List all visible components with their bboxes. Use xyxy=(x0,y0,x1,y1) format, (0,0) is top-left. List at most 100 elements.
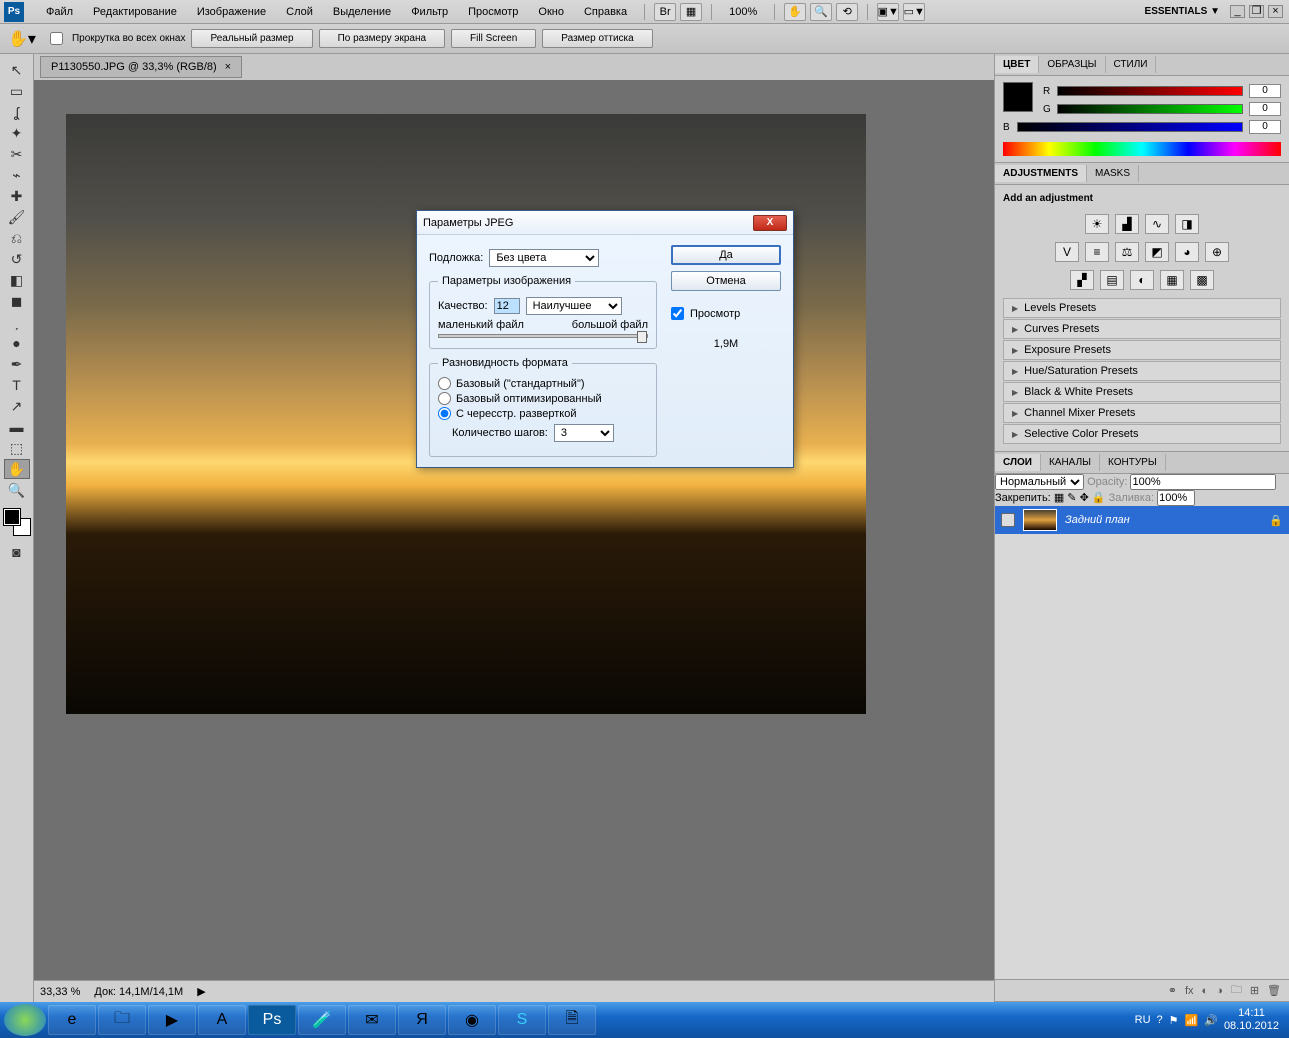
ps-logo[interactable]: Ps xyxy=(4,2,24,22)
pen-tool[interactable]: ✒ xyxy=(4,354,30,374)
hand-tool[interactable]: ✋ xyxy=(4,459,30,479)
tray-vol-icon[interactable]: 🔊 xyxy=(1204,1014,1218,1027)
adj-brightness-icon[interactable]: ☀ xyxy=(1085,214,1109,234)
win-restore[interactable]: ❐ xyxy=(1249,5,1264,18)
layer-thumbnail[interactable] xyxy=(1023,509,1057,531)
preview-checkbox[interactable]: Просмотр xyxy=(671,307,781,320)
b-value[interactable]: 0 xyxy=(1249,120,1281,134)
quick-mask[interactable]: ◙ xyxy=(4,542,30,562)
matte-select[interactable]: Без цвета xyxy=(489,249,599,267)
cancel-button[interactable]: Отмена xyxy=(671,271,781,291)
bridge-button[interactable]: Br xyxy=(654,3,676,21)
marquee-tool[interactable]: ▭ xyxy=(4,81,30,101)
color-foreground[interactable] xyxy=(1003,82,1033,112)
brush-tool[interactable]: 🖌 xyxy=(4,207,30,227)
menu-view[interactable]: Просмотр xyxy=(458,2,528,22)
adj-poster-icon[interactable]: ▤ xyxy=(1100,270,1124,290)
adj-balance-icon[interactable]: ⚖ xyxy=(1115,242,1139,262)
dodge-tool[interactable]: ● xyxy=(4,333,30,353)
tab-channels[interactable]: КАНАЛЫ xyxy=(1041,454,1100,471)
win-close[interactable]: × xyxy=(1268,5,1283,18)
r-slider[interactable] xyxy=(1057,86,1243,96)
tab-masks[interactable]: MASKS xyxy=(1087,165,1139,182)
start-button[interactable] xyxy=(4,1004,46,1036)
fill-screen-button[interactable]: Fill Screen xyxy=(451,29,536,48)
color-swatch[interactable] xyxy=(4,509,30,535)
link-layers-icon[interactable]: ⚭ xyxy=(1168,984,1177,997)
crop-tool[interactable]: ✂ xyxy=(4,144,30,164)
extras-button[interactable]: ▦ xyxy=(680,3,702,21)
zoom-tool[interactable]: 🔍 xyxy=(4,480,30,500)
preset-mixer[interactable]: ▶Channel Mixer Presets xyxy=(1003,403,1281,423)
eraser-tool[interactable]: ◧ xyxy=(4,270,30,290)
blend-mode[interactable]: Нормальный xyxy=(995,474,1084,490)
screen-mode-button[interactable]: ▭▼ xyxy=(903,3,925,21)
clock[interactable]: 14:1108.10.2012 xyxy=(1224,1007,1279,1033)
delete-layer-icon[interactable]: 🗑 xyxy=(1267,984,1281,997)
menu-edit[interactable]: Редактирование xyxy=(83,2,187,22)
taskbar-ie[interactable]: e xyxy=(48,1005,96,1035)
fill-field[interactable] xyxy=(1157,490,1195,506)
menu-image[interactable]: Изображение xyxy=(187,2,276,22)
wand-tool[interactable]: ✦ xyxy=(4,123,30,143)
tab-adjustments[interactable]: ADJUSTMENTS xyxy=(995,165,1087,182)
tray-icon2[interactable]: ⚑ xyxy=(1169,1014,1179,1027)
scans-select[interactable]: 3 xyxy=(554,424,614,442)
taskbar-photoshop[interactable]: Ps xyxy=(248,1005,296,1035)
adj-layer-icon[interactable]: ◑ xyxy=(1216,985,1223,997)
adj-vibrance-icon[interactable]: V xyxy=(1055,242,1079,262)
taskbar-app2[interactable]: 🧪 xyxy=(298,1005,346,1035)
adj-curves-icon[interactable]: ∿ xyxy=(1145,214,1169,234)
adj-gradmap-icon[interactable]: ▦ xyxy=(1160,270,1184,290)
g-slider[interactable] xyxy=(1057,104,1243,114)
doc-info-arrow[interactable]: ▶ xyxy=(197,985,205,998)
lock-all-icon[interactable]: 🔒 xyxy=(1092,492,1106,504)
new-layer-icon[interactable]: ⊞ xyxy=(1250,984,1259,997)
taskbar-skype[interactable]: S xyxy=(498,1005,546,1035)
gradient-tool[interactable]: ◼ xyxy=(4,291,30,311)
fx-icon[interactable]: fx xyxy=(1185,985,1194,997)
tab-swatches[interactable]: ОБРАЗЦЫ xyxy=(1039,56,1105,73)
preset-bw[interactable]: ▶Black & White Presets xyxy=(1003,382,1281,402)
3d-tool[interactable]: ⬚ xyxy=(4,438,30,458)
adj-selcol-icon[interactable]: ▩ xyxy=(1190,270,1214,290)
preset-hue[interactable]: ▶Hue/Saturation Presets xyxy=(1003,361,1281,381)
move-tool[interactable]: ↖ xyxy=(4,60,30,80)
opacity-field[interactable] xyxy=(1130,474,1276,490)
taskbar-app3[interactable]: 🗎 xyxy=(548,1005,596,1035)
lock-paint-icon[interactable]: ✎ xyxy=(1067,492,1076,504)
ok-button[interactable]: Да xyxy=(671,245,781,265)
taskbar-yandex[interactable]: Я xyxy=(398,1005,446,1035)
group-icon[interactable]: 🗀 xyxy=(1231,981,1242,1000)
tab-layers[interactable]: СЛОИ xyxy=(995,454,1041,471)
adj-levels-icon[interactable]: ▟ xyxy=(1115,214,1139,234)
adj-thresh-icon[interactable]: ◐ xyxy=(1130,270,1154,290)
scroll-all-checkbox[interactable] xyxy=(50,32,63,45)
taskbar-media[interactable]: ▶ xyxy=(148,1005,196,1035)
g-value[interactable]: 0 xyxy=(1249,102,1281,116)
mask-icon[interactable]: ◐ xyxy=(1202,985,1209,997)
dialog-close-button[interactable]: X xyxy=(753,215,787,231)
r-value[interactable]: 0 xyxy=(1249,84,1281,98)
menu-window[interactable]: Окно xyxy=(528,2,574,22)
hand-icon[interactable]: ✋ xyxy=(784,3,806,21)
arrange-button[interactable]: ▣▼ xyxy=(877,3,899,21)
eyedropper-tool[interactable]: ⌁ xyxy=(4,165,30,185)
workspace-switcher[interactable]: ESSENTIALS ▼ xyxy=(1137,4,1228,19)
stamp-tool[interactable]: ⎌ xyxy=(4,228,30,248)
win-min[interactable]: _ xyxy=(1230,5,1245,18)
lasso-tool[interactable]: ʆ xyxy=(4,102,30,122)
zoom-level[interactable]: 33,33 % xyxy=(40,986,80,998)
menu-select[interactable]: Выделение xyxy=(323,2,401,22)
tab-styles[interactable]: СТИЛИ xyxy=(1106,56,1157,73)
tray-net-icon[interactable]: 📶 xyxy=(1185,1014,1199,1027)
zoom-select[interactable]: 100% xyxy=(719,2,767,22)
type-tool[interactable]: T xyxy=(4,375,30,395)
actual-pixels-button[interactable]: Реальный размер xyxy=(191,29,312,48)
doc-close-icon[interactable]: × xyxy=(225,61,231,73)
format-progressive[interactable]: С чересстр. разверткой xyxy=(438,407,648,420)
heal-tool[interactable]: ✚ xyxy=(4,186,30,206)
spectrum-bar[interactable] xyxy=(1003,142,1281,156)
print-size-button[interactable]: Размер оттиска xyxy=(542,29,652,48)
taskbar-chrome[interactable]: ◉ xyxy=(448,1005,496,1035)
